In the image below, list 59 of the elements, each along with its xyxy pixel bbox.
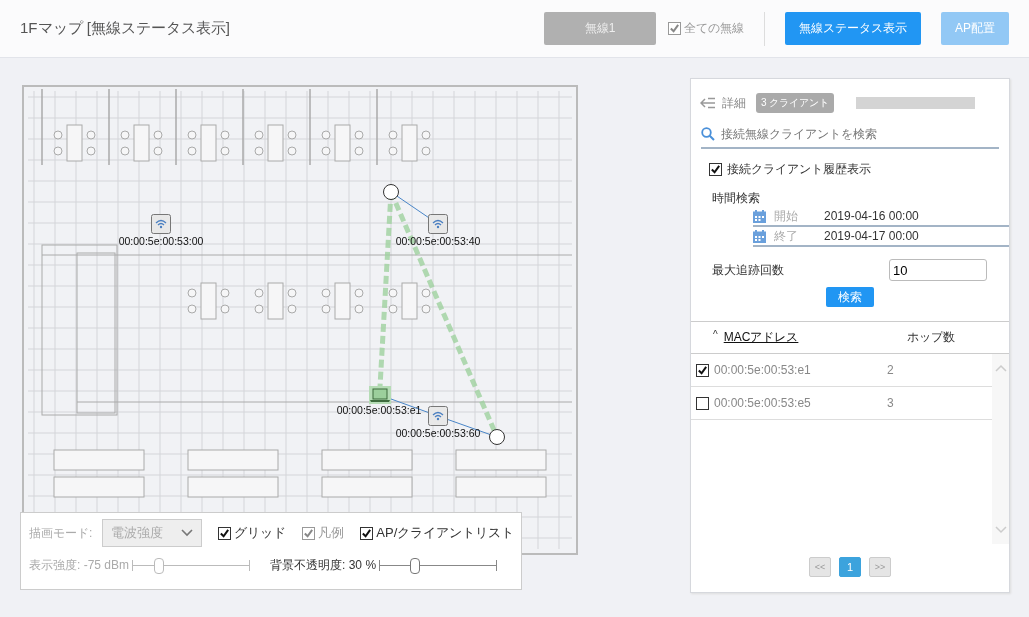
calendar-icon [753,209,766,223]
access-point-label: 00:00:5e:00:53:00 [118,235,204,247]
page-title: 1Fマップ [無線ステータス表示] [20,19,231,38]
page-button[interactable]: 1 [839,557,861,577]
checkbox-label: グリッド [234,524,287,542]
calendar-icon [753,229,766,243]
checkbox[interactable] [709,163,722,176]
checkbox[interactable] [696,396,709,410]
slider[interactable] [379,560,498,571]
desk-drawing [254,124,297,162]
table-cell: 3 [887,396,894,410]
checkbox-label: 接続クライアント履歴表示 [727,161,871,178]
desk-drawing [388,282,431,320]
desk-drawing [388,124,431,162]
checkbox[interactable] [696,363,709,377]
desk-drawing [321,282,364,320]
desk-drawing [187,124,230,162]
node-marker[interactable] [383,184,399,200]
max-trace-label: 最大追跡回数 [712,261,784,279]
previous-page-button[interactable]: << [809,557,831,577]
desk-drawing [187,282,230,320]
search-icon [701,127,715,141]
chevron-down-icon [181,529,194,537]
column-header[interactable]: ホップ数 [907,329,955,346]
laptop-icon[interactable] [369,386,391,404]
checkbox-label: 凡例 [318,524,345,542]
checkbox[interactable] [360,526,374,540]
access-point-icon[interactable] [428,214,448,234]
table-cell-text: 00:00:5e:00:53:e5 [714,396,812,410]
slider-thumb[interactable] [409,558,420,574]
node-marker[interactable] [489,429,505,445]
date-field[interactable]: 開始 2019-04-16 00:00 [753,207,1009,227]
table-cell: 2 [887,363,894,377]
desk-drawing [53,124,96,162]
date-field[interactable]: 終了 2019-04-17 00:00 [753,227,1009,247]
desk-drawing [120,124,163,162]
access-point-icon[interactable] [151,214,171,234]
slider-label: 表示強度: -75 dBm [29,557,130,574]
client-label: 00:00:5e:00:53:e1 [336,404,422,416]
desk-drawing [254,282,297,320]
toolbar-button[interactable]: 無線ステータス表示 [785,12,921,45]
checkbox-label: AP/クライアントリスト [376,524,515,542]
time-search-label: 時間検索 [712,190,761,207]
detail-label: 詳細 [722,94,746,112]
max-trace-field[interactable]: 10 [889,259,987,281]
checkbox[interactable] [218,526,232,540]
search-button[interactable]: 検索 [826,287,874,307]
slider-label: 背景不透明度: 30 % [270,557,377,574]
access-point-label: 00:00:5e:00:53:40 [395,235,481,247]
table-cell-text: 00:00:5e:00:53:e1 [714,363,812,377]
desk-drawing [321,124,364,162]
next-page-button[interactable]: >> [869,557,891,577]
access-point-label: 00:00:5e:00:53:60 [395,427,481,439]
checkbox-label: 全ての無線 [684,20,744,37]
column-header[interactable]: ^ MACアドレス [691,329,893,346]
access-point-icon[interactable] [428,406,448,426]
draw-mode-label: 描画モード: [29,524,93,542]
client-count-badge: 3 クライアント [756,93,835,113]
collapse-icon[interactable] [700,97,716,109]
